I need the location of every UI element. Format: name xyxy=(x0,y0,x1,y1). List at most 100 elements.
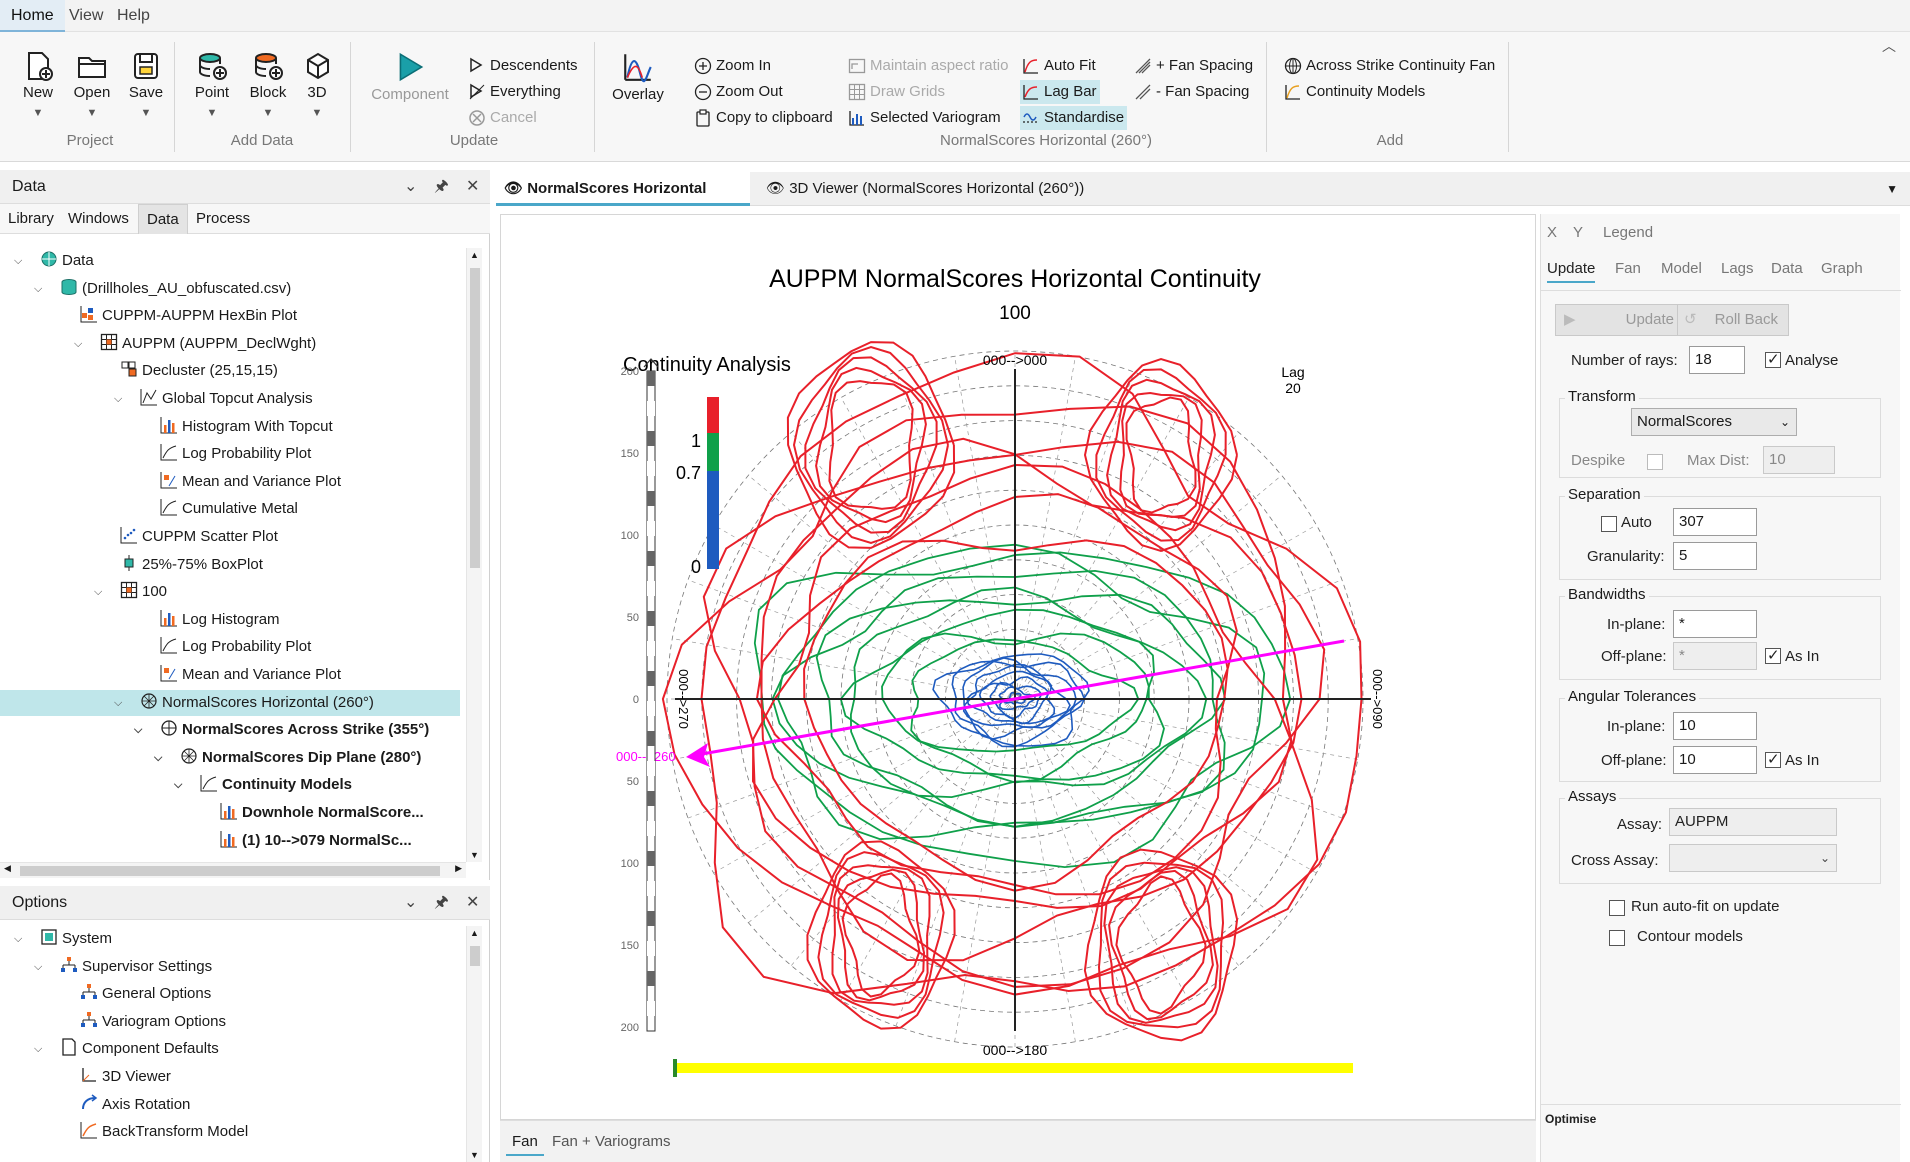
tree-node[interactable]: ⌵ 100 xyxy=(0,579,460,605)
chevron-down-icon[interactable]: ▼ xyxy=(70,107,114,119)
tab-fan-settings[interactable]: Fan xyxy=(1615,260,1641,277)
tree-expander-icon[interactable]: ⌵ xyxy=(34,276,42,302)
copy-clipboard-button[interactable]: Copy to clipboard xyxy=(692,106,836,130)
tree-node[interactable]: Log Probability Plot xyxy=(0,634,460,660)
point-button[interactable]: Point ▼ xyxy=(192,50,232,119)
new-button[interactable]: New ▼ xyxy=(18,50,58,119)
save-button[interactable]: Save ▼ xyxy=(126,50,166,119)
continuity-models-button[interactable]: Continuity Models xyxy=(1282,80,1428,104)
selected-variogram-toggle[interactable]: Selected Variogram xyxy=(846,106,1004,130)
tree-node[interactable]: CUPPM Scatter Plot xyxy=(0,524,460,550)
menu-home[interactable]: Home xyxy=(0,0,65,32)
at-offplane-input[interactable]: 10 xyxy=(1673,746,1757,774)
tree-node[interactable]: ⌵ Data xyxy=(0,248,460,274)
tab-normalscores-horizontal[interactable]: 👁 NormalScores Horizontal (260°) xyxy=(496,172,750,231)
assay-input[interactable]: AUPPM xyxy=(1669,808,1837,836)
options-tree-scrollbar[interactable]: ▲ ▼ xyxy=(466,926,482,1162)
tree-expander-icon[interactable]: ⌵ xyxy=(14,926,22,952)
tree-expander-icon[interactable]: ⌵ xyxy=(74,331,82,357)
block-button[interactable]: Block ▼ xyxy=(246,50,290,119)
tree-node[interactable]: ⌵ Component Defaults xyxy=(0,1036,460,1062)
chevron-down-icon[interactable]: ▼ xyxy=(246,107,290,119)
bw-inplane-input[interactable]: * xyxy=(1673,610,1757,638)
pin-icon[interactable]: 🖈 xyxy=(434,170,449,204)
roll-back-button[interactable]: ↺ Roll Back xyxy=(1677,304,1789,336)
cancel-button[interactable]: Cancel xyxy=(466,106,540,130)
tree-node[interactable]: ⌵ Global Topcut Analysis xyxy=(0,386,460,412)
dropdown-icon[interactable]: ⌄ xyxy=(404,886,417,920)
chevron-down-icon[interactable]: ▼ xyxy=(18,107,58,119)
minus-fan-spacing-button[interactable]: - Fan Spacing xyxy=(1132,80,1252,104)
scrollbar-thumb[interactable] xyxy=(470,268,480,568)
overlay-button[interactable]: Overlay xyxy=(610,50,666,103)
tab-data[interactable]: Data xyxy=(138,204,188,234)
across-strike-fan-button[interactable]: Across Strike Continuity Fan xyxy=(1282,54,1498,78)
update-button[interactable]: ▶ Update xyxy=(1555,304,1685,336)
tree-expander-icon[interactable]: ⌵ xyxy=(154,745,162,771)
tree-expander-icon[interactable]: ⌵ xyxy=(94,579,102,605)
hscrollbar-thumb[interactable] xyxy=(20,866,440,876)
menu-help[interactable]: Help xyxy=(106,0,161,32)
tab-list-dropdown-icon[interactable]: ▼ xyxy=(1886,172,1898,206)
tab-legend[interactable]: Legend xyxy=(1603,224,1653,241)
tree-node[interactable]: 25%-75% BoxPlot xyxy=(0,552,460,578)
tab-data-settings[interactable]: Data xyxy=(1771,260,1803,277)
tab-3d-viewer[interactable]: 👁 3D Viewer (NormalScores Horizontal (26… xyxy=(758,172,1098,206)
standardise-toggle[interactable]: Standardise xyxy=(1020,106,1128,130)
everything-button[interactable]: Everything xyxy=(466,80,564,104)
tree-node[interactable]: BackTransform Model xyxy=(0,1119,460,1145)
tree-node[interactable]: CUPPM-AUPPM HexBin Plot xyxy=(0,303,460,329)
zoom-in-button[interactable]: Zoom In xyxy=(692,54,774,78)
tree-node[interactable]: Histogram With Topcut xyxy=(0,414,460,440)
tree-node[interactable]: Mean and Variance Plot xyxy=(0,662,460,688)
scrollbar-thumb[interactable] xyxy=(470,946,480,966)
tree-expander-icon[interactable]: ⌵ xyxy=(34,1036,42,1062)
tree-node[interactable]: Mean and Variance Plot xyxy=(0,469,460,495)
bw-offplane-input[interactable]: * xyxy=(1673,642,1757,670)
tree-node[interactable]: ⌵ NormalScores Across Strike (355°) xyxy=(0,717,460,743)
at-as-in-checkbox[interactable] xyxy=(1765,750,1781,768)
descendents-button[interactable]: Descendents xyxy=(466,54,581,78)
tree-node[interactable]: ⌵ System xyxy=(0,926,460,952)
tree-node[interactable]: Axis Rotation xyxy=(0,1092,460,1118)
tree-node[interactable]: General Options xyxy=(0,981,460,1007)
max-dist-input[interactable]: 10 xyxy=(1763,446,1835,474)
tree-node[interactable]: ⌵ Continuity Models xyxy=(0,772,460,798)
tree-expander-icon[interactable]: ⌵ xyxy=(174,772,182,798)
tab-model[interactable]: Model xyxy=(1661,260,1702,277)
tab-graph[interactable]: Graph xyxy=(1821,260,1863,277)
tab-lags[interactable]: Lags xyxy=(1721,260,1754,277)
tree-node[interactable]: Log Probability Plot xyxy=(0,441,460,467)
plot-area[interactable]: AUPPM NormalScores Horizontal Continuity… xyxy=(500,214,1536,1120)
chevron-down-icon[interactable]: ▼ xyxy=(302,107,332,119)
tree-expander-icon[interactable]: ⌵ xyxy=(114,690,122,716)
analyse-checkbox[interactable] xyxy=(1765,350,1781,368)
tree-node[interactable]: (1) 10-->079 NormalSc... xyxy=(0,828,460,854)
tree-node[interactable]: Decluster (25,15,15) xyxy=(0,358,460,384)
cross-assay-select[interactable]: ⌄ xyxy=(1669,844,1837,872)
at-inplane-input[interactable]: 10 xyxy=(1673,712,1757,740)
ribbon-collapse-icon[interactable]: ︿ xyxy=(1882,36,1896,56)
despike-checkbox[interactable] xyxy=(1647,454,1663,470)
pin-icon[interactable]: 🖈 xyxy=(434,886,449,920)
close-icon[interactable]: ✕ xyxy=(466,886,479,920)
tree-node[interactable]: Variogram Options xyxy=(0,1009,460,1035)
tab-y[interactable]: Y xyxy=(1573,224,1583,241)
tab-fan-variograms[interactable]: Fan + Variograms xyxy=(546,1129,677,1154)
tree-expander-icon[interactable]: ⌵ xyxy=(134,717,142,743)
dropdown-icon[interactable]: ⌄ xyxy=(404,170,417,204)
tree-expander-icon[interactable]: ⌵ xyxy=(14,248,22,274)
chevron-down-icon[interactable]: ▼ xyxy=(192,107,232,119)
tree-node[interactable]: 3D Viewer xyxy=(0,1064,460,1090)
continuity-fan-plot[interactable]: AUPPM NormalScores Horizontal Continuity… xyxy=(501,215,1535,1119)
auto-fit-toggle[interactable]: Auto Fit xyxy=(1020,54,1099,78)
tree-node[interactable]: Downhole NormalScore... xyxy=(0,800,460,826)
bw-as-in-checkbox[interactable] xyxy=(1765,646,1781,664)
tree-node[interactable]: ⌵ NormalScores Dip Plane (280°) xyxy=(0,745,460,771)
auto-separation-checkbox[interactable] xyxy=(1601,516,1617,532)
tree-node[interactable]: Cumulative Metal xyxy=(0,496,460,522)
draw-grids-toggle[interactable]: Draw Grids xyxy=(846,80,948,104)
tab-update[interactable]: Update xyxy=(1547,260,1596,283)
tree-node[interactable]: ⌵ AUPPM (AUPPM_DeclWght) xyxy=(0,331,460,357)
3d-button[interactable]: 3D ▼ xyxy=(302,50,332,119)
